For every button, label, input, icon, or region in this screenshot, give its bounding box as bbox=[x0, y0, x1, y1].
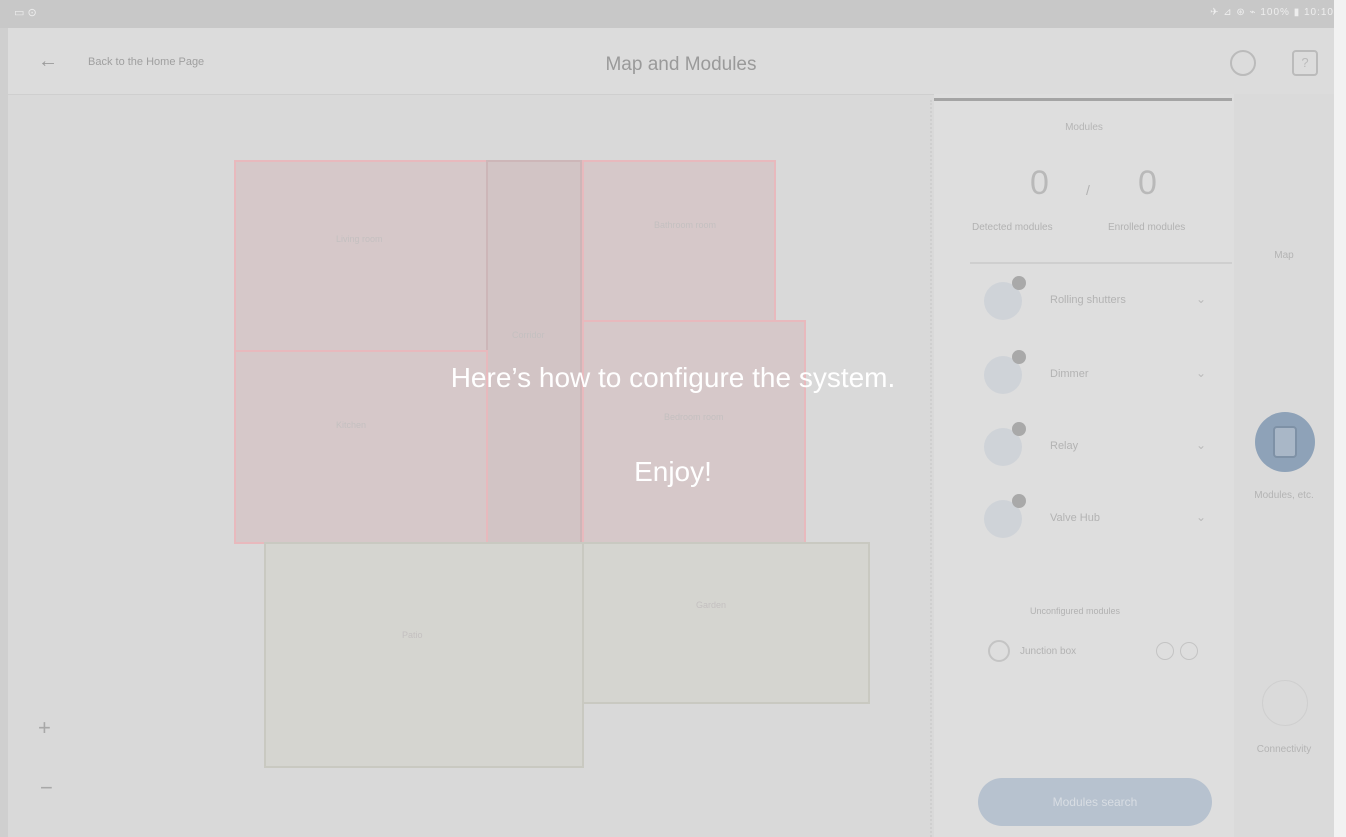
app-header: ← Back to the Home Page Map and Modules … bbox=[8, 28, 1334, 95]
info-icon[interactable] bbox=[1156, 642, 1174, 660]
room-bathroom[interactable]: Bathroom room bbox=[582, 160, 776, 322]
panel-top-bar bbox=[934, 98, 1232, 101]
room-label: Corridor bbox=[512, 330, 545, 340]
room-label: Garden bbox=[696, 600, 727, 610]
badge-icon bbox=[1012, 422, 1026, 436]
chevron-down-icon[interactable]: ⌄ bbox=[1196, 292, 1206, 306]
status-left: ▭ ⊙ bbox=[14, 7, 37, 19]
badge-icon bbox=[1012, 494, 1026, 508]
rail-map-label[interactable]: Map bbox=[1234, 250, 1334, 261]
module-row-shutters[interactable]: Rolling shutters ⌄ bbox=[974, 276, 1214, 326]
page-title: Map and Modules bbox=[605, 54, 757, 75]
modules-title: Modules bbox=[1065, 122, 1103, 133]
junction-header: Unconfigured modules bbox=[1030, 606, 1121, 616]
right-frame bbox=[1334, 0, 1346, 837]
help-icon[interactable]: ? bbox=[1292, 50, 1318, 76]
module-name: Relay bbox=[1050, 440, 1079, 452]
tablet-icon bbox=[1273, 426, 1297, 458]
enrolled-count: 0 bbox=[1138, 164, 1157, 202]
overlay-enjoy: Enjoy! bbox=[634, 456, 712, 487]
room-label: Bedroom room bbox=[664, 412, 724, 422]
room-living[interactable]: Living room bbox=[234, 160, 488, 352]
room-bedroom[interactable]: Bedroom room bbox=[582, 320, 806, 544]
junction-label: Junction box bbox=[1020, 646, 1077, 657]
overlay-message: Here’s how to configure the system. bbox=[450, 362, 896, 393]
status-bar: ▭ ⊙ ✈ ⊿ ⊛ ⌁ 100% ▮ 10:10 bbox=[0, 0, 1346, 28]
connectivity-icon[interactable] bbox=[1262, 680, 1308, 726]
room-label: Kitchen bbox=[336, 420, 367, 430]
room-label: Patio bbox=[402, 630, 423, 640]
module-row-valve[interactable]: Valve Hub ⌄ bbox=[974, 494, 1214, 544]
chevron-down-icon[interactable]: ⌄ bbox=[1196, 438, 1206, 452]
count-separator: / bbox=[1086, 182, 1090, 198]
module-name: Valve Hub bbox=[1050, 512, 1100, 524]
zoom-out-button[interactable]: − bbox=[40, 775, 53, 801]
room-label: Living room bbox=[336, 234, 383, 244]
enrolled-label: Enrolled modules bbox=[1108, 222, 1186, 233]
rail-connect-label[interactable]: Connectivity bbox=[1234, 744, 1334, 755]
discovered-count: 0 bbox=[1030, 164, 1049, 202]
modules-search-button[interactable]: Modules search bbox=[978, 778, 1212, 826]
junction-radio[interactable] bbox=[988, 640, 1010, 662]
room-label: Bathroom room bbox=[654, 220, 717, 230]
module-name: Rolling shutters bbox=[1050, 294, 1126, 306]
chevron-down-icon[interactable]: ⌄ bbox=[1196, 510, 1206, 524]
discovered-label: Detected modules bbox=[972, 222, 1053, 233]
status-right: ✈ ⊿ ⊛ ⌁ 100% ▮ 10:10 bbox=[1210, 7, 1334, 18]
edit-icon[interactable] bbox=[1180, 642, 1198, 660]
room-garden[interactable]: Garden bbox=[582, 542, 870, 704]
rail-modules-label[interactable]: Modules, etc. bbox=[1234, 490, 1334, 501]
zoom-in-button[interactable]: + bbox=[38, 715, 51, 741]
left-frame bbox=[0, 0, 8, 837]
settings-icon[interactable] bbox=[1230, 50, 1256, 76]
room-patio[interactable]: Patio bbox=[264, 542, 584, 768]
divider bbox=[970, 262, 1232, 264]
badge-icon bbox=[1012, 276, 1026, 290]
